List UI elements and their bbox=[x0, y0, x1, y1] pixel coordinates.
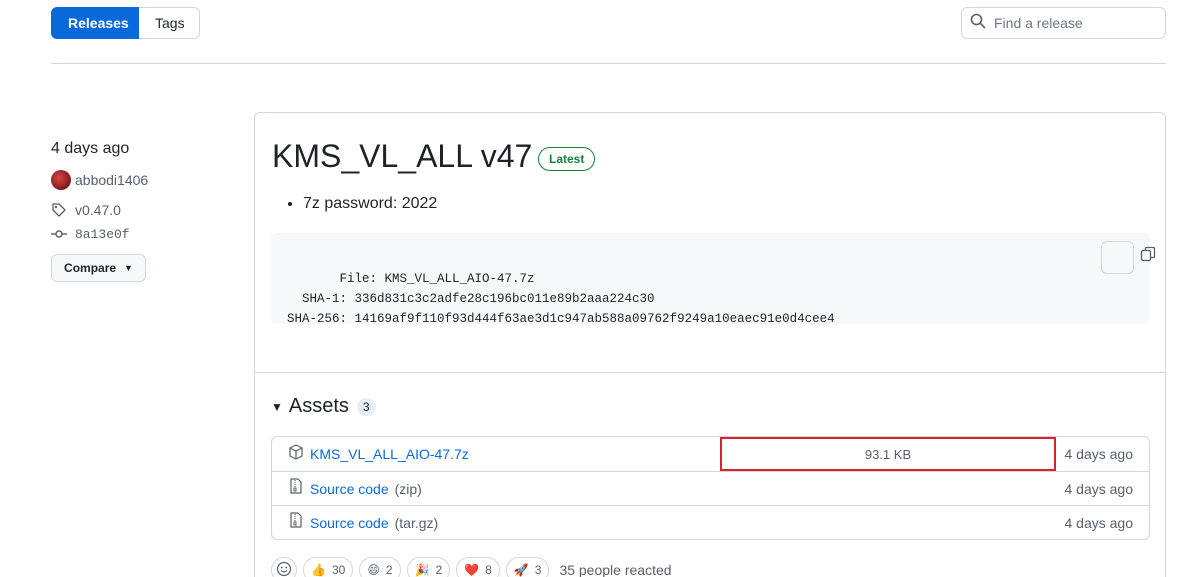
search-input[interactable] bbox=[994, 15, 1154, 31]
reaction-laugh[interactable]: 😄 2 bbox=[359, 557, 401, 577]
thumbs-up-icon: 👍 bbox=[311, 563, 326, 577]
commit-row[interactable]: 8a13e0f bbox=[51, 224, 231, 244]
reaction-count: 2 bbox=[435, 563, 443, 577]
smiley-icon bbox=[276, 561, 292, 577]
source-targz-link[interactable]: Source code bbox=[310, 515, 389, 531]
release-notes: 7z password: 2022 bbox=[303, 195, 437, 213]
release-meta: 4 days ago abbodi1406 v0.47.0 8a13e0f Co… bbox=[51, 138, 231, 282]
release-card: KMS_VL_ALL v47 Latest 7z password: 2022 … bbox=[254, 112, 1166, 577]
release-date: 4 days ago bbox=[51, 140, 130, 157]
asset-download-link[interactable]: KMS_VL_ALL_AIO-47.7z bbox=[310, 446, 469, 462]
package-icon bbox=[288, 443, 304, 465]
asset-size: 93.1 KB bbox=[720, 437, 1056, 471]
assets-count: 3 bbox=[356, 397, 376, 416]
header-divider bbox=[51, 63, 1166, 64]
reaction-hooray[interactable]: 🎉 2 bbox=[406, 557, 451, 577]
assets-label: Assets bbox=[288, 395, 349, 417]
reactions-summary[interactable]: 35 people reacted bbox=[559, 562, 671, 577]
reaction-count: 30 bbox=[331, 563, 346, 577]
laugh-icon: 😄 bbox=[367, 563, 380, 577]
avatar[interactable] bbox=[51, 170, 71, 190]
tag-row[interactable]: v0.47.0 bbox=[51, 200, 231, 220]
tag-icon bbox=[51, 202, 67, 218]
hooray-icon: 🎉 bbox=[414, 563, 430, 577]
tag-link[interactable]: v0.47.0 bbox=[75, 202, 121, 218]
file-zip-icon bbox=[288, 512, 304, 533]
reaction-count: 8 bbox=[485, 563, 492, 577]
tab-releases[interactable]: Releases bbox=[51, 7, 139, 39]
search-icon bbox=[970, 13, 986, 34]
asset-row: Source code (tar.gz) 4 days ago bbox=[272, 505, 1149, 539]
file-zip-icon bbox=[288, 478, 304, 499]
asset-row: Source code (zip) 4 days ago bbox=[272, 471, 1149, 505]
reactions-bar: 👍 30 😄 2 🎉 2 ❤️ 8 🚀 3 35 people reacted bbox=[271, 557, 672, 577]
copy-icon bbox=[1080, 226, 1156, 289]
release-title[interactable]: KMS_VL_ALL v47 bbox=[272, 135, 532, 177]
latest-badge: Latest bbox=[538, 147, 596, 171]
source-zip-link[interactable]: Source code bbox=[310, 481, 389, 497]
author-link[interactable]: abbodi1406 bbox=[75, 172, 148, 188]
source-zip-suffix: (zip) bbox=[394, 480, 422, 497]
reaction-count: 3 bbox=[534, 563, 542, 577]
release-note-item: 7z password: 2022 bbox=[303, 195, 437, 213]
commit-icon bbox=[51, 226, 67, 242]
asset-row: KMS_VL_ALL_AIO-47.7z 93.1 KB 4 days ago bbox=[272, 437, 1149, 471]
assets-list: KMS_VL_ALL_AIO-47.7z 93.1 KB 4 days ago … bbox=[271, 436, 1150, 540]
reaction-rocket[interactable]: 🚀 3 bbox=[505, 557, 550, 577]
asset-date: 4 days ago bbox=[1064, 480, 1134, 497]
commit-link[interactable]: 8a13e0f bbox=[75, 227, 130, 242]
release-search[interactable] bbox=[961, 7, 1166, 39]
checksum-text: File: KMS_VL_ALL_AIO-47.7z SHA-1: 336d83… bbox=[287, 272, 835, 326]
asset-date: 4 days ago bbox=[1064, 446, 1134, 462]
asset-date: 4 days ago bbox=[1064, 514, 1134, 531]
reaction-thumbs-up[interactable]: 👍 30 bbox=[303, 557, 354, 577]
heart-icon: ❤️ bbox=[464, 563, 480, 577]
assets-toggle[interactable]: ▼ Assets 3 bbox=[271, 395, 376, 418]
checksum-codeblock: File: KMS_VL_ALL_AIO-47.7z SHA-1: 336d83… bbox=[271, 233, 1155, 326]
author-row[interactable]: abbodi1406 bbox=[51, 170, 231, 190]
card-divider bbox=[255, 372, 1165, 373]
tab-tags[interactable]: Tags bbox=[139, 7, 200, 39]
rocket-icon: 🚀 bbox=[513, 563, 529, 577]
caret-down-icon: ▼ bbox=[271, 399, 283, 414]
source-targz-suffix: (tar.gz) bbox=[394, 514, 439, 531]
add-reaction-button[interactable] bbox=[271, 557, 297, 577]
compare-label: Compare bbox=[64, 261, 117, 275]
chevron-down-icon: ▼ bbox=[124, 263, 133, 273]
compare-button[interactable]: Compare ▼ bbox=[51, 254, 146, 282]
reaction-heart[interactable]: ❤️ 8 bbox=[456, 557, 500, 577]
reaction-count: 2 bbox=[385, 563, 393, 577]
release-subnav: Releases Tags bbox=[51, 7, 200, 39]
copy-button[interactable] bbox=[1101, 241, 1155, 274]
